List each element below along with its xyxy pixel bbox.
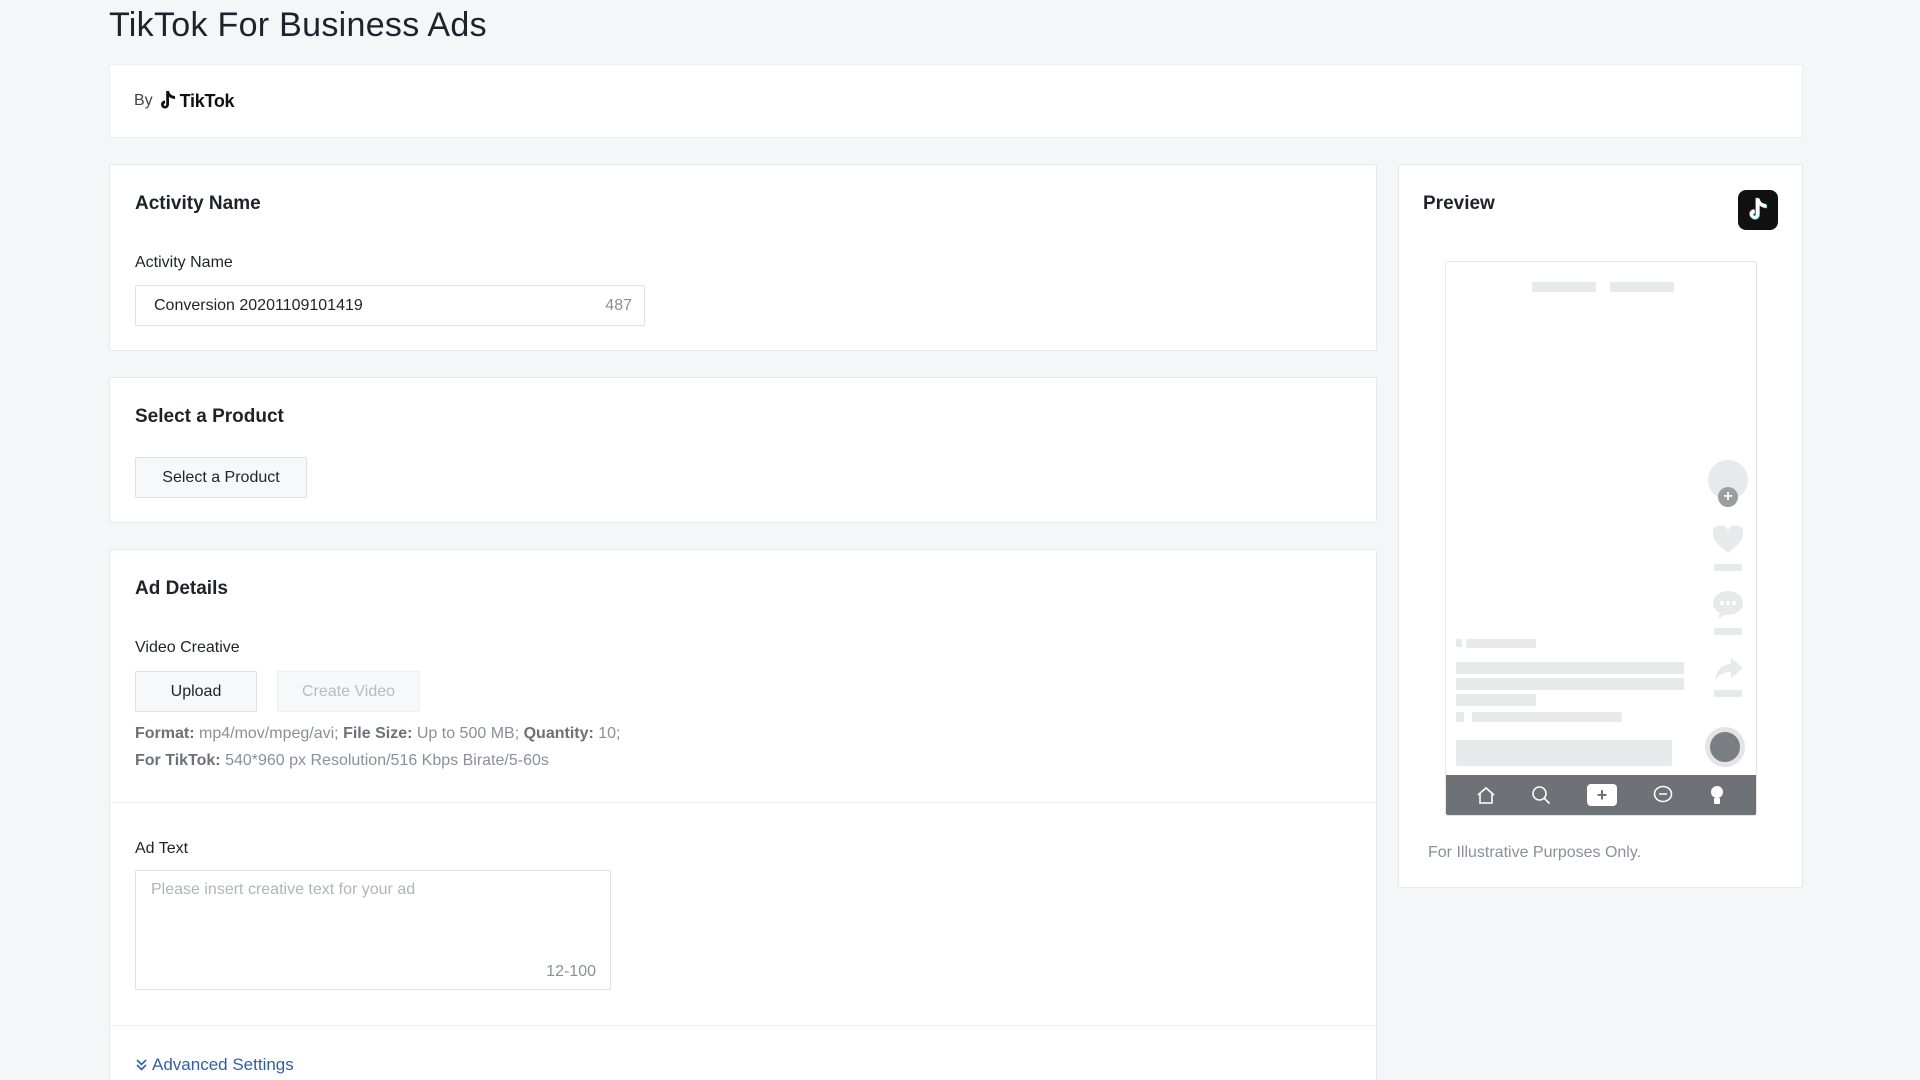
- spec-format-key: Format:: [135, 725, 195, 742]
- skeleton-caption-line: [1456, 662, 1684, 674]
- spec-quantity-value: 10;: [593, 725, 621, 742]
- video-spec-line-2: For TikTok: 540*960 px Resolution/516 Kb…: [135, 752, 549, 770]
- spec-size-key: File Size:: [343, 725, 413, 742]
- skeleton-like-count: [1714, 564, 1742, 571]
- ad-text-placeholder: Please insert creative text for your ad: [151, 881, 416, 898]
- spec-size-value: Up to 500 MB;: [412, 725, 524, 742]
- activity-name-section: Activity Name Activity Name Conversion 2…: [109, 164, 1377, 351]
- skeleton-cta-bar: [1456, 740, 1672, 766]
- tiktok-logo: TikTok: [159, 90, 235, 112]
- ad-text-label: Ad Text: [135, 840, 189, 857]
- heart-icon: [1712, 526, 1744, 553]
- skeleton-tab-foryou: [1610, 282, 1674, 292]
- select-product-button[interactable]: Select a Product: [135, 457, 307, 498]
- activity-name-label: Activity Name: [135, 254, 233, 271]
- skeleton-comment-count: [1714, 628, 1742, 635]
- double-chevron-down-icon: [136, 1059, 147, 1071]
- create-plus-icon: +: [1586, 784, 1617, 806]
- spec-format-value: mp4/mov/mpeg/avi;: [194, 725, 344, 742]
- activity-name-value: Conversion 20201109101419: [154, 296, 363, 314]
- skeleton-caption-line: [1456, 694, 1536, 706]
- share-icon: [1715, 658, 1743, 681]
- advanced-settings-label: Advanced Settings: [152, 1055, 294, 1074]
- skeleton-share-count: [1714, 690, 1742, 697]
- brand-by-label: By: [134, 92, 153, 109]
- phone-mockup: + +: [1445, 261, 1757, 816]
- brand-card: By TikTok: [109, 64, 1803, 138]
- activity-name-char-count: 487: [605, 296, 632, 314]
- activity-name-input[interactable]: Conversion 20201109101419 487: [135, 285, 645, 326]
- skeleton-tab-following: [1532, 282, 1596, 292]
- advanced-settings-toggle[interactable]: Advanced Settings: [135, 1055, 294, 1075]
- section-divider: [110, 1025, 1376, 1026]
- profile-icon: [1711, 786, 1724, 804]
- home-icon: [1477, 786, 1495, 804]
- skeleton-username: [1466, 639, 1536, 648]
- create-video-button[interactable]: Create Video: [277, 671, 420, 712]
- phone-bottom-nav: +: [1446, 775, 1756, 815]
- spec-quantity-key: Quantity:: [523, 725, 594, 742]
- preview-panel: Preview + + For Illustrative Purposes On…: [1398, 164, 1803, 888]
- skeleton-music-note: [1456, 712, 1464, 722]
- ad-details-title: Ad Details: [135, 578, 228, 599]
- skeleton-caption-line: [1456, 678, 1684, 690]
- activity-section-title: Activity Name: [135, 193, 261, 214]
- tiktok-app-icon: [1738, 190, 1778, 230]
- select-product-section: Select a Product Select a Product: [109, 377, 1377, 523]
- skeleton-music-title: [1472, 712, 1622, 722]
- spec-tiktok-value: 540*960 px Resolution/516 Kbps Birate/5-…: [220, 752, 549, 769]
- inbox-icon: [1653, 785, 1672, 803]
- page-title: TikTok For Business Ads: [109, 6, 487, 44]
- video-spec-line-1: Format: mp4/mov/mpeg/avi; File Size: Up …: [135, 725, 621, 743]
- search-icon: [1532, 786, 1551, 805]
- upload-button[interactable]: Upload: [135, 671, 257, 712]
- music-disc-icon: [1705, 727, 1745, 767]
- skeleton-at-symbol: [1456, 639, 1462, 647]
- section-divider: [110, 802, 1376, 803]
- comment-icon: [1713, 591, 1743, 619]
- brand-logo-text: TikTok: [179, 90, 235, 111]
- ad-text-input[interactable]: Please insert creative text for your ad …: [135, 870, 611, 990]
- ad-text-length-range: 12-100: [546, 963, 596, 980]
- follow-plus-icon: +: [1718, 487, 1738, 507]
- ad-details-section: Ad Details Video Creative Upload Create …: [109, 549, 1377, 1080]
- spec-tiktok-key: For TikTok:: [135, 752, 221, 769]
- tiktok-note-icon: [160, 91, 175, 109]
- video-creative-label: Video Creative: [135, 639, 240, 656]
- product-section-title: Select a Product: [135, 406, 284, 427]
- preview-disclaimer: For Illustrative Purposes Only.: [1428, 844, 1642, 861]
- preview-title: Preview: [1423, 193, 1495, 214]
